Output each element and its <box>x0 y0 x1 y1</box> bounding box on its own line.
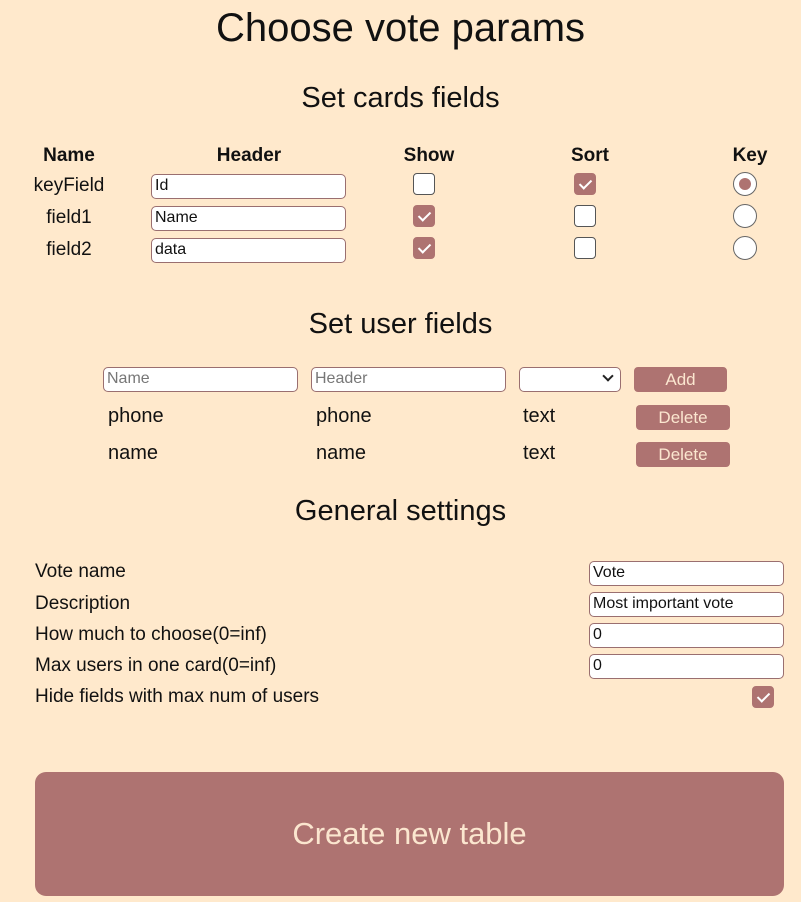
sort-checkbox[interactable] <box>574 237 596 259</box>
show-checkbox[interactable] <box>413 205 435 227</box>
user-field-type-select[interactable] <box>519 367 621 392</box>
user-field-header: name <box>316 442 367 464</box>
card-field-header-input[interactable]: data <box>151 238 346 263</box>
add-user-field-button[interactable]: Add <box>634 367 727 392</box>
hide-fields-checkbox[interactable] <box>752 686 774 708</box>
user-field-type: text <box>523 442 556 464</box>
general-section-title: General settings <box>294 495 507 527</box>
hide-fields-label: Hide fields with max num of users <box>35 686 320 707</box>
column-header-key: Key <box>732 145 768 166</box>
column-header-sort: Sort <box>571 145 609 166</box>
description-input[interactable]: Most important vote <box>589 592 784 617</box>
card-field-row: keyField Id <box>0 171 801 203</box>
sort-checkbox[interactable] <box>574 173 596 195</box>
card-field-header-input[interactable]: Name <box>151 206 346 231</box>
delete-user-field-button[interactable]: Delete <box>636 405 730 430</box>
card-field-name: field2 <box>46 239 92 260</box>
user-field-name: name <box>108 442 159 464</box>
description-label: Description <box>35 593 131 614</box>
choose-count-input[interactable]: 0 <box>589 623 784 648</box>
key-radio[interactable] <box>733 236 757 260</box>
card-field-header-input[interactable]: Id <box>151 174 346 199</box>
max-users-label: Max users in one card(0=inf) <box>35 655 277 676</box>
user-field-name-input[interactable]: Name <box>103 367 298 392</box>
column-header-show: Show <box>403 145 455 166</box>
sort-checkbox[interactable] <box>574 205 596 227</box>
show-checkbox[interactable] <box>413 237 435 259</box>
column-header-name: Name <box>43 145 95 166</box>
delete-user-field-button[interactable]: Delete <box>636 442 730 467</box>
key-radio[interactable] <box>733 204 757 228</box>
user-field-name: phone <box>108 405 164 427</box>
vote-name-input[interactable]: Vote <box>589 561 784 586</box>
max-users-input[interactable]: 0 <box>589 654 784 679</box>
page-title: Choose vote params <box>215 6 586 50</box>
card-field-row: field2 data <box>0 235 801 267</box>
cards-table-header: Name Header Show Sort Key <box>0 143 801 171</box>
card-field-name: keyField <box>33 175 105 196</box>
user-field-type: text <box>523 405 556 427</box>
create-table-button[interactable]: Create new table <box>35 772 784 896</box>
choose-count-label: How much to choose(0=inf) <box>35 624 267 645</box>
card-field-name: field1 <box>46 207 92 228</box>
user-field-header-input[interactable]: Header <box>311 367 506 392</box>
column-header-header: Header <box>216 145 282 166</box>
cards-fields-table: Name Header Show Sort Key keyField Id fi… <box>0 143 801 267</box>
card-field-row: field1 Name <box>0 203 801 235</box>
cards-section-title: Set cards fields <box>301 82 500 114</box>
user-section-title: Set user fields <box>308 308 493 340</box>
show-checkbox[interactable] <box>413 173 435 195</box>
chevron-down-icon <box>602 370 614 382</box>
vote-name-label: Vote name <box>35 561 126 582</box>
user-field-header: phone <box>316 405 372 427</box>
key-radio[interactable] <box>733 172 757 196</box>
